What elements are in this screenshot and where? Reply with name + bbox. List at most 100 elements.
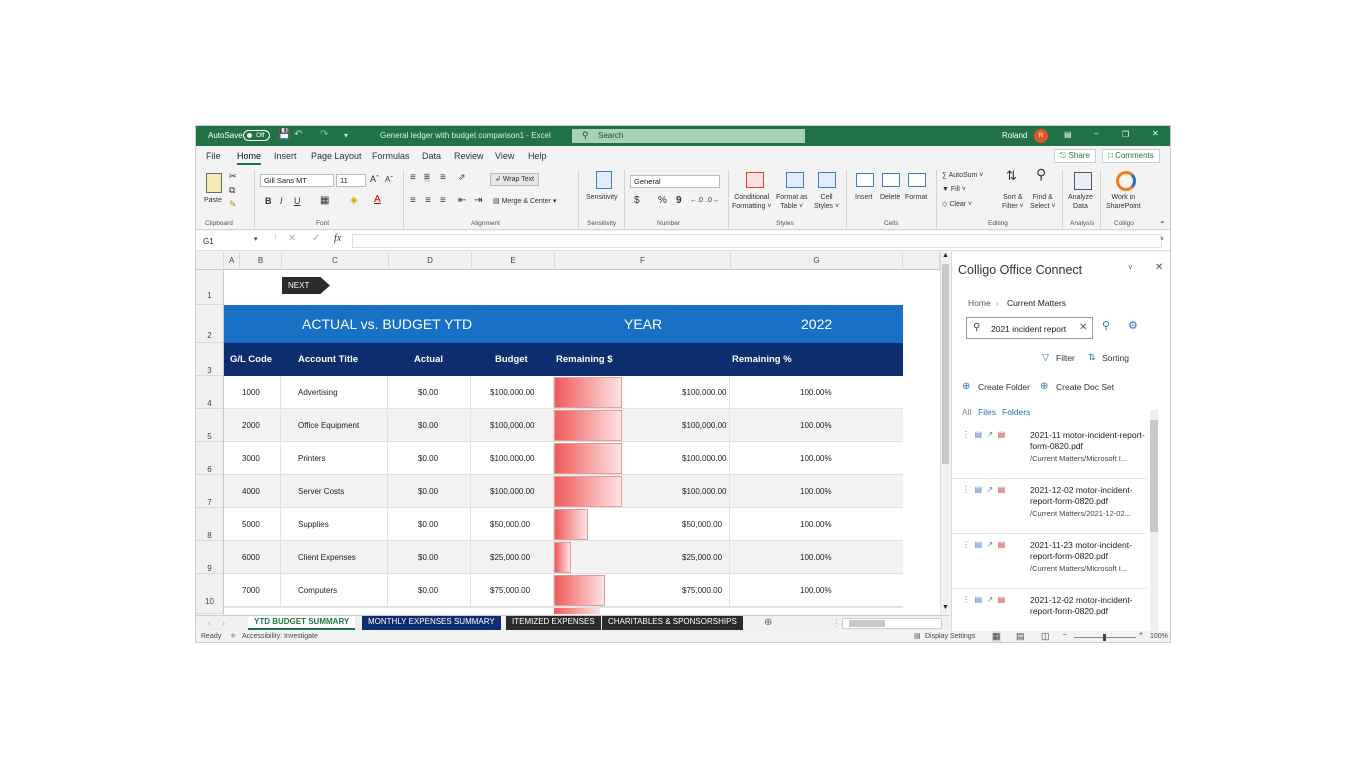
align-center-icon[interactable]: ≡ <box>425 196 431 206</box>
find-select-icon[interactable]: ⚲ <box>1036 167 1046 181</box>
percent-button[interactable]: % <box>658 196 667 206</box>
expand-formula-icon[interactable]: ˅ <box>1160 235 1164 244</box>
format-table-icon[interactable] <box>786 172 804 188</box>
create-docset-button[interactable]: Create Doc Set <box>1056 382 1114 392</box>
table-row[interactable]: 7000 Computers $0.00 $75,000.00 $75,000.00 10… <box>224 574 903 607</box>
cancel-icon[interactable]: ✕ <box>288 234 296 244</box>
tab-help[interactable]: Help <box>528 151 547 161</box>
ribbon-display-icon[interactable]: ▤ <box>1064 130 1072 139</box>
column-header-b[interactable]: B <box>240 252 282 270</box>
tab-scroll-right-icon[interactable]: › <box>222 618 225 628</box>
accessibility-status[interactable]: Accessibility: Investigate <box>242 633 318 640</box>
align-right-icon[interactable]: ≡ <box>440 196 446 206</box>
file-actions-icon[interactable]: ⋮ ▤ ↗ ▤ <box>962 540 1005 549</box>
user-name[interactable]: Roland <box>1002 131 1027 140</box>
scroll-up-icon[interactable]: ▲ <box>942 252 949 259</box>
fill-color-icon[interactable]: ◈ <box>350 196 358 206</box>
delete-cells-icon[interactable] <box>882 173 900 187</box>
vertical-scrollbar[interactable]: ▲ ▼ <box>940 252 950 614</box>
increase-indent-icon[interactable]: ⇥ <box>474 196 482 206</box>
shrink-font-button[interactable]: Aˇ <box>385 175 393 184</box>
undo-icon[interactable]: ↶ <box>294 129 302 140</box>
work-in-sharepoint-button[interactable]: Work in SharePoint <box>1106 193 1141 211</box>
filter-icon[interactable]: ▽ <box>1042 352 1049 363</box>
display-settings-icon[interactable]: ▤ <box>914 632 921 640</box>
search-box[interactable]: ⚲ Search <box>572 129 805 143</box>
minimize-icon[interactable]: – <box>1094 129 1098 138</box>
tab-data[interactable]: Data <box>422 151 441 161</box>
page-break-view-icon[interactable]: ◫ <box>1041 631 1050 642</box>
zoom-slider-thumb[interactable] <box>1103 634 1106 641</box>
zoom-level[interactable]: 100% <box>1150 633 1168 640</box>
tab-home[interactable]: Home <box>237 151 262 165</box>
insert-cells-button[interactable]: Insert <box>855 193 873 202</box>
conditional-formatting-button[interactable]: Conditional Formatting ˅ <box>732 193 772 211</box>
font-size-select[interactable]: 11 <box>336 174 366 187</box>
cell-styles-icon[interactable] <box>818 172 836 188</box>
list-item[interactable]: ⋮ ▤ ↗ ▤ 2021-12-02 motor-incident-report… <box>952 589 1147 631</box>
sort-filter-button[interactable]: Sort & Filter ˅ <box>1002 193 1024 211</box>
name-box-dropdown-icon[interactable]: ▾ <box>254 235 258 244</box>
customize-qat-icon[interactable]: ▾ <box>344 131 348 140</box>
conditional-formatting-icon[interactable] <box>746 172 764 188</box>
column-header-e[interactable]: E <box>472 252 555 270</box>
format-cells-button[interactable]: Format <box>905 193 927 202</box>
column-header-f[interactable]: F <box>555 252 731 270</box>
breadcrumb-current[interactable]: Current Matters <box>1007 298 1066 308</box>
sensitivity-icon[interactable] <box>596 171 612 189</box>
grow-font-button[interactable]: Aˆ <box>370 175 379 184</box>
column-header-a[interactable]: A <box>224 252 240 270</box>
row-header[interactable]: 9 <box>196 541 224 574</box>
share-button[interactable]: ⎋ Share <box>1054 149 1096 163</box>
sensitivity-button[interactable]: Sensitivity <box>586 193 618 202</box>
sheet-tab-charitables[interactable]: CHARITABLES & SPONSORSHIPS <box>602 616 743 630</box>
table-row[interactable]: 4000 Server Costs $0.00 $100,000.00 $100,000… <box>224 475 903 508</box>
pane-settings-icon[interactable]: ⚙ <box>1128 319 1138 332</box>
tab-page-layout[interactable]: Page Layout <box>311 151 362 161</box>
autosum-button[interactable]: ∑ AutoSum ˅ <box>942 171 983 180</box>
row-header[interactable]: 4 <box>196 376 224 409</box>
restore-icon[interactable]: ❐ <box>1122 130 1129 139</box>
row-header[interactable]: 10 <box>196 574 224 614</box>
accessibility-icon[interactable]: ⚛ <box>230 632 236 640</box>
view-folders-tab[interactable]: Folders <box>1002 407 1030 417</box>
sorting-icon[interactable]: ⇅ <box>1088 352 1096 363</box>
row-header[interactable]: 8 <box>196 508 224 541</box>
add-sheet-icon[interactable]: ⊕ <box>764 617 772 628</box>
sheet-tab-monthly[interactable]: MONTHLY EXPENSES SUMMARY <box>362 616 501 630</box>
display-settings-button[interactable]: Display Settings <box>925 633 975 640</box>
scroll-down-icon[interactable]: ▼ <box>942 604 949 611</box>
analyze-data-button[interactable]: Analyze Data <box>1068 193 1093 211</box>
italic-button[interactable]: I <box>280 197 283 206</box>
row-header[interactable]: 3 <box>196 343 224 376</box>
format-painter-icon[interactable]: ✎ <box>229 200 237 209</box>
delete-cells-button[interactable]: Delete <box>880 193 900 202</box>
list-item[interactable]: ⋮ ▤ ↗ ▤ 2021-11 motor-incident-report-fo… <box>952 424 1147 479</box>
filter-button[interactable]: Filter <box>1056 353 1075 363</box>
select-all-corner[interactable] <box>196 252 224 270</box>
sheet-tab-itemized[interactable]: ITEMIZED EXPENSES <box>506 616 601 630</box>
font-family-select[interactable]: Gill Sans MT <box>260 174 334 187</box>
align-left-icon[interactable]: ≡ <box>410 196 416 206</box>
avatar[interactable]: R <box>1034 129 1048 143</box>
row-header[interactable]: 6 <box>196 442 224 475</box>
currency-button[interactable]: $ <box>634 196 640 206</box>
borders-icon[interactable]: ▦ <box>320 196 329 206</box>
create-docset-icon[interactable]: ⊕ <box>1040 381 1048 392</box>
enter-icon[interactable]: ✓ <box>312 234 320 244</box>
tab-view[interactable]: View <box>495 151 514 161</box>
view-all-tab[interactable]: All <box>962 407 971 417</box>
decrease-decimal-icon[interactable]: .0→ <box>706 196 719 205</box>
comma-button[interactable]: 9 <box>676 196 682 206</box>
spreadsheet-grid[interactable]: A B C D E F G 1 2 3 4 5 6 7 8 9 10 NEXT … <box>196 252 940 614</box>
orientation-icon[interactable]: ⇗ <box>458 173 466 182</box>
sheet-tab-ytd[interactable]: YTD BUDGET SUMMARY <box>248 616 356 630</box>
table-row[interactable]: 1000 Advertising $0.00 $100,000.00 $100,000.… <box>224 376 903 409</box>
wrap-text-button[interactable]: ↲ Wrap Text <box>490 173 540 186</box>
clear-button[interactable]: ◇ Clear ˅ <box>942 200 972 209</box>
create-folder-icon[interactable]: ⊕ <box>962 381 970 392</box>
insert-cells-icon[interactable] <box>856 173 874 187</box>
decrease-indent-icon[interactable]: ⇤ <box>458 196 466 206</box>
horizontal-scrollbar[interactable] <box>842 618 942 629</box>
autosave-toggle[interactable]: Off <box>243 130 270 141</box>
